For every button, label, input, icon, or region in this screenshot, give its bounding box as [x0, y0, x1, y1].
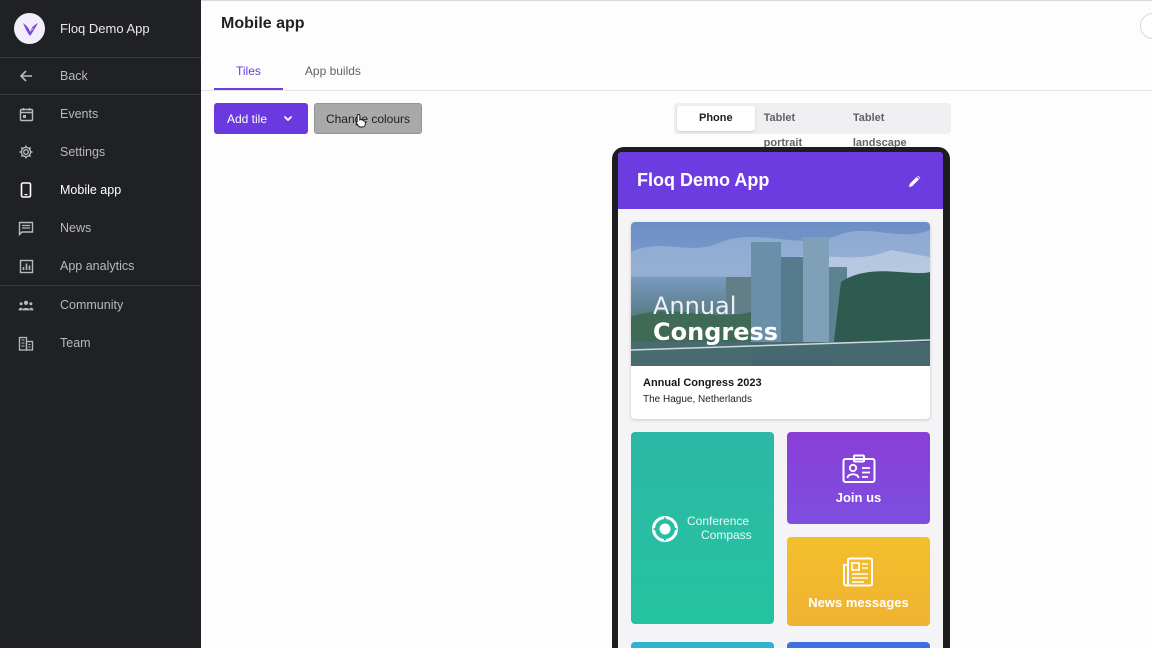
- phone-icon: [18, 182, 34, 198]
- tab-tiles[interactable]: Tiles: [214, 53, 283, 90]
- device-option-tablet-landscape[interactable]: Tablet landscape: [844, 106, 948, 149]
- compass-text-line2: Compass: [701, 528, 752, 542]
- sidebar-item-events[interactable]: Events: [0, 95, 201, 133]
- sidebar-item-label: Mobile app: [60, 183, 122, 197]
- device-option-phone[interactable]: Phone: [677, 106, 755, 131]
- hero-tile[interactable]: Annual Congress Annual Congress 2023 The…: [631, 222, 930, 419]
- phone-frame: Floq Demo App Annual Congress Annual Con…: [612, 147, 950, 648]
- message-icon: [18, 220, 34, 236]
- add-tile-button[interactable]: Add tile: [214, 103, 308, 134]
- gear-icon: [18, 144, 34, 160]
- device-selector: Phone Tablet portrait Tablet landscape: [674, 103, 951, 149]
- app-name: Floq Demo App: [60, 21, 150, 36]
- sidebar-item-label: Team: [60, 336, 91, 350]
- tile-bottom-left[interactable]: [631, 642, 774, 648]
- building-icon: [18, 335, 34, 351]
- tab-bar: Tiles App builds: [214, 53, 383, 90]
- hero-subtitle: The Hague, Netherlands: [643, 394, 752, 405]
- sidebar-item-team[interactable]: Team: [0, 324, 201, 362]
- tab-app-builds[interactable]: App builds: [283, 53, 383, 90]
- sidebar-item-settings[interactable]: Settings: [0, 133, 201, 171]
- compass-logo-icon: [651, 515, 679, 548]
- tile-news-messages[interactable]: News messages: [787, 537, 930, 626]
- tile-conference-compass[interactable]: Conference Compass: [631, 432, 774, 624]
- hand-cursor-icon: [355, 113, 367, 133]
- app-logo-icon: [14, 13, 45, 44]
- preview-app-title: Floq Demo App: [637, 170, 770, 190]
- brand-header[interactable]: Floq Demo App: [0, 0, 201, 58]
- sidebar-item-news[interactable]: News: [0, 209, 201, 247]
- sidebar-item-label: App analytics: [60, 259, 135, 273]
- pencil-icon[interactable]: [907, 173, 923, 194]
- tile-bottom-right[interactable]: [787, 642, 930, 648]
- tile-join-us[interactable]: Join us: [787, 432, 930, 524]
- hero-image-text-annual: Annual: [653, 292, 737, 320]
- main-content: Mobile app Tiles App builds Add tile Cha…: [201, 0, 1152, 648]
- sidebar-item-label: Community: [60, 298, 124, 312]
- newspaper-icon: [842, 557, 874, 592]
- sidebar: Floq Demo App Back Events Settings Mobil…: [0, 0, 201, 648]
- change-colours-button[interactable]: Change colours: [314, 103, 422, 134]
- back-label: Back: [60, 69, 88, 83]
- hero-image: Annual Congress: [631, 222, 930, 366]
- join-us-label: Join us: [835, 490, 882, 505]
- page-title: Mobile app: [221, 15, 305, 32]
- app-bar: Floq Demo App: [618, 152, 943, 209]
- user-avatar[interactable]: [1140, 13, 1152, 39]
- sidebar-item-label: News: [60, 221, 92, 235]
- calendar-icon: [18, 106, 34, 122]
- arrow-left-icon: [18, 68, 34, 84]
- hero-image-text-congress: Congress: [653, 318, 779, 346]
- compass-text-line1: Conference: [687, 514, 750, 528]
- sidebar-item-label: Settings: [60, 145, 106, 159]
- tabs-divider: [201, 90, 1152, 91]
- sidebar-item-mobile-app[interactable]: Mobile app: [0, 171, 201, 209]
- chevron-down-icon: [282, 112, 294, 127]
- sidebar-item-label: Events: [60, 107, 99, 121]
- hero-title: Annual Congress 2023: [643, 377, 762, 389]
- sidebar-item-app-analytics[interactable]: App analytics: [0, 247, 201, 285]
- compass-wordmark: Conference Compass: [687, 514, 752, 542]
- id-badge-icon: [842, 454, 876, 489]
- sidebar-item-community[interactable]: Community: [0, 286, 201, 324]
- news-messages-label: News messages: [808, 595, 909, 610]
- add-tile-label: Add tile: [227, 111, 268, 126]
- device-option-tablet-portrait[interactable]: Tablet portrait: [755, 106, 844, 149]
- people-icon: [18, 297, 34, 313]
- back-link[interactable]: Back: [0, 58, 201, 95]
- chart-icon: [18, 258, 34, 274]
- phone-screen: Floq Demo App Annual Congress Annual Con…: [618, 152, 943, 648]
